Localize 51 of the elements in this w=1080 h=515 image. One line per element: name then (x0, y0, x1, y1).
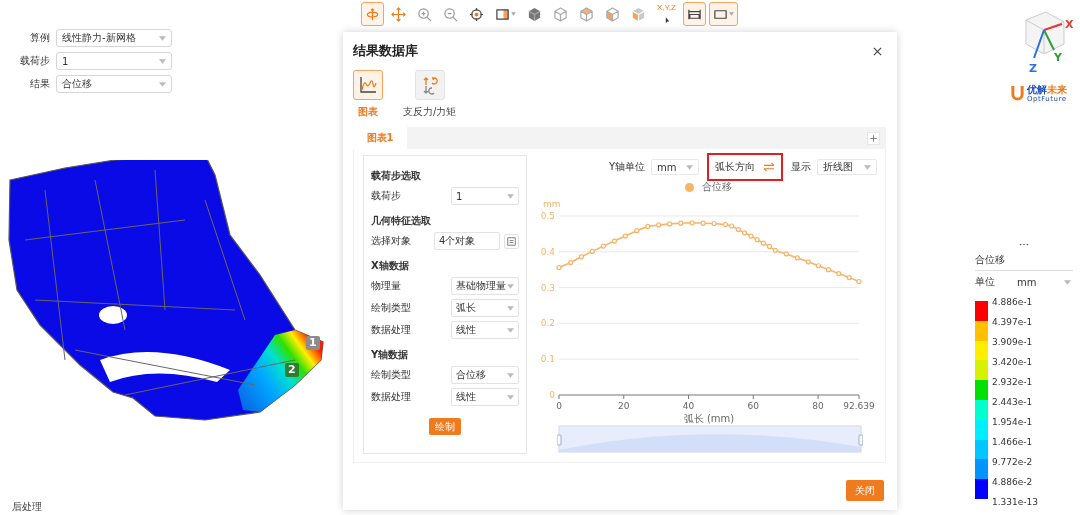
x-tick-label: 80 (812, 401, 824, 411)
field-label: 结果 (29, 77, 50, 91)
y-tick-label: 0.5 (540, 211, 555, 221)
axis-unit: mm (543, 199, 561, 209)
legend-value: 4.886e-2 (992, 476, 1034, 488)
section-heading: X轴数据 (371, 259, 410, 273)
logo-text: 优解未来 (1027, 85, 1067, 96)
field-label: 物理量 (371, 279, 402, 293)
field-label: 数据处理 (371, 323, 412, 337)
y-tick-label: 0.2 (540, 318, 555, 329)
y-tick-label: 0.4 (540, 246, 555, 257)
node-marker: 1 (306, 336, 320, 350)
field-label: 载荷步 (371, 189, 402, 203)
x-tick-label: 0 (556, 401, 562, 411)
x-tick-label: 20 (618, 401, 630, 411)
x-tick-label: 40 (682, 401, 695, 411)
legend-value: 3.420e-1 (992, 356, 1034, 368)
field-label: 算例 (29, 31, 50, 45)
x-axis-title: 弧长 (mm) (683, 413, 735, 424)
legend-value: 4.886e-1 (992, 296, 1034, 308)
y-unit-label: Y轴单位 (608, 160, 645, 174)
legend-value: 4.397e-1 (992, 316, 1034, 328)
y-tick-label: 0.1 (540, 354, 555, 365)
field-label: 绘制类型 (371, 301, 412, 315)
field-label: 载荷步 (19, 54, 50, 68)
dialog-title: 结果数据库 (353, 42, 418, 60)
section-heading: Y轴数据 (371, 348, 410, 362)
legend-value: 3.909e-1 (992, 336, 1034, 348)
unit-label: 单位 (975, 275, 995, 289)
legend-title: 合位移 (975, 253, 1073, 271)
legend-value: 9.772e-2 (992, 456, 1034, 468)
field-label: 数据处理 (371, 390, 412, 404)
x-tick-label: 60 (747, 401, 760, 411)
legend-value: 1.954e-1 (992, 416, 1034, 428)
y-tick-label: 0.3 (540, 282, 555, 293)
node-marker: 2 (285, 363, 299, 377)
section-heading: 载荷步选取 (371, 169, 422, 183)
axis-label: Y (1054, 51, 1062, 64)
field-label: 绘制类型 (371, 368, 412, 382)
module-label: 后处理 (12, 500, 42, 514)
legend-value: 1.466e-1 (992, 436, 1034, 448)
y-tick-label: 0 (549, 390, 555, 400)
axis-label: Z (1029, 62, 1037, 75)
field-label: 选择对象 (371, 234, 412, 248)
section-heading: 几何特征选取 (371, 214, 432, 228)
x-tick-label: 92.639 (843, 401, 875, 411)
display-label: 显示 (791, 160, 811, 174)
axis-label: X (1065, 18, 1074, 31)
legend-value: 2.443e-1 (992, 396, 1034, 408)
legend-value: 2.932e-1 (992, 376, 1034, 388)
legend-value: 1.331e-13 (992, 496, 1038, 508)
